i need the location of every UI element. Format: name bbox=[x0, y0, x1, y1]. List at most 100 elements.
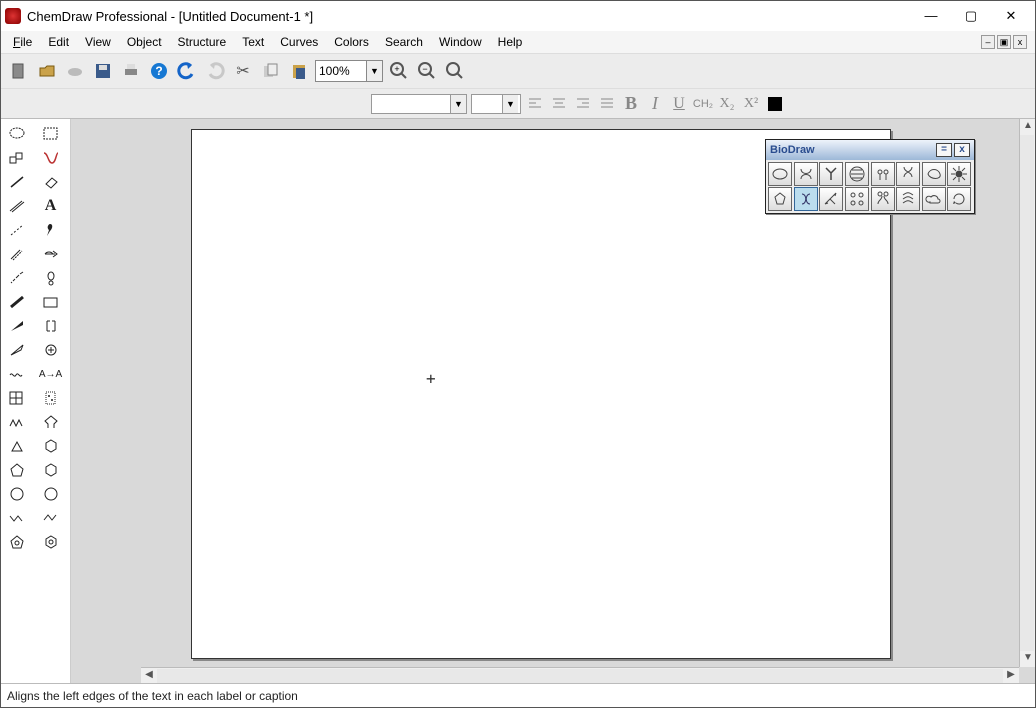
menu-help[interactable]: Help bbox=[490, 33, 531, 51]
copy-button[interactable] bbox=[259, 59, 283, 83]
hscroll-track[interactable] bbox=[157, 669, 1003, 683]
menu-edit[interactable]: Edit bbox=[40, 33, 77, 51]
bio-ribbon-icon[interactable] bbox=[819, 187, 843, 211]
minimize-button[interactable]: — bbox=[911, 2, 951, 30]
menu-colors[interactable]: Colors bbox=[326, 33, 377, 51]
dative-bond-tool[interactable] bbox=[3, 243, 31, 265]
subscript-button[interactable]: X₂ bbox=[717, 94, 737, 114]
font-dropdown[interactable]: ▼ bbox=[450, 95, 466, 113]
align-center-button[interactable] bbox=[549, 94, 569, 114]
new-button[interactable] bbox=[7, 59, 31, 83]
pentagon-tool[interactable] bbox=[3, 459, 31, 481]
menu-text[interactable]: Text bbox=[234, 33, 272, 51]
scroll-left-button[interactable]: ◀ bbox=[141, 668, 157, 684]
menu-window[interactable]: Window bbox=[431, 33, 490, 51]
biodraw-header[interactable]: BioDraw = x bbox=[766, 140, 974, 160]
bio-blob-icon[interactable] bbox=[768, 187, 792, 211]
mdi-minimize-button[interactable]: – bbox=[981, 35, 995, 49]
chain-zigzag-tool[interactable] bbox=[3, 507, 31, 529]
size-dropdown[interactable]: ▼ bbox=[502, 95, 518, 113]
bio-coil-icon[interactable] bbox=[845, 162, 869, 186]
bold-bond-tool[interactable] bbox=[3, 291, 31, 313]
menu-search[interactable]: Search bbox=[377, 33, 431, 51]
font-selector[interactable]: ▼ bbox=[371, 94, 467, 114]
color-swatch[interactable] bbox=[765, 94, 785, 114]
pen-tool[interactable] bbox=[37, 219, 65, 241]
biodraw-palette[interactable]: BioDraw = x bbox=[765, 139, 975, 214]
fragment-tool[interactable] bbox=[37, 147, 65, 169]
chain-zigzag2-tool[interactable] bbox=[37, 507, 65, 529]
bold-button[interactable]: B bbox=[621, 94, 641, 114]
align-left-button[interactable] bbox=[525, 94, 545, 114]
wedge-solid-tool[interactable] bbox=[3, 315, 31, 337]
bio-gprotein-icon[interactable] bbox=[794, 187, 818, 211]
triangle-tool[interactable] bbox=[3, 435, 31, 457]
wavy-bond-tool[interactable] bbox=[3, 363, 31, 385]
bio-receptor-icon[interactable] bbox=[794, 162, 818, 186]
font-input[interactable] bbox=[372, 95, 450, 113]
chem-symbol-tool[interactable] bbox=[37, 339, 65, 361]
cyclohexane-tool[interactable] bbox=[37, 459, 65, 481]
struct-perspect-tool[interactable] bbox=[3, 147, 31, 169]
eraser-tool[interactable] bbox=[37, 171, 65, 193]
dashed-bond-tool[interactable] bbox=[3, 219, 31, 241]
wedge-bond-tool[interactable] bbox=[3, 267, 31, 289]
multi-bond-tool[interactable] bbox=[3, 195, 31, 217]
cyclopentane-tool[interactable] bbox=[3, 483, 31, 505]
hash-wedge-tool[interactable] bbox=[3, 339, 31, 361]
bio-micelle-icon[interactable] bbox=[871, 162, 895, 186]
menu-file[interactable]: File bbox=[5, 33, 40, 51]
undo-button[interactable] bbox=[175, 59, 199, 83]
bio-helix-icon[interactable] bbox=[871, 187, 895, 211]
poly-pentagon-tool[interactable] bbox=[3, 531, 31, 553]
biodraw-min-button[interactable]: = bbox=[936, 143, 952, 157]
bio-cloud-icon[interactable] bbox=[922, 187, 946, 211]
paste-button[interactable] bbox=[287, 59, 311, 83]
table-tool[interactable] bbox=[3, 387, 31, 409]
orbital-tool[interactable] bbox=[37, 267, 65, 289]
formula-button[interactable]: CH₂ bbox=[693, 94, 713, 114]
bio-enzyme-icon[interactable] bbox=[922, 162, 946, 186]
bio-burst-icon[interactable] bbox=[947, 162, 971, 186]
zoom-in-button[interactable]: + bbox=[387, 59, 411, 83]
help-button[interactable]: ? bbox=[147, 59, 171, 83]
document-area[interactable]: + BioDraw = x bbox=[71, 119, 1035, 683]
template-tool[interactable] bbox=[37, 411, 65, 433]
marquee-tool[interactable] bbox=[37, 123, 65, 145]
menu-structure[interactable]: Structure bbox=[170, 33, 235, 51]
print-button[interactable] bbox=[119, 59, 143, 83]
bio-antibody-icon[interactable] bbox=[819, 162, 843, 186]
draw-tool[interactable] bbox=[37, 291, 65, 313]
save-button[interactable] bbox=[91, 59, 115, 83]
underline-button[interactable]: U bbox=[669, 94, 689, 114]
vertical-scrollbar[interactable]: ▲ ▼ bbox=[1019, 119, 1035, 667]
scroll-down-button[interactable]: ▼ bbox=[1020, 651, 1035, 667]
mdi-close-button[interactable]: x bbox=[1013, 35, 1027, 49]
align-right-button[interactable] bbox=[573, 94, 593, 114]
benzene-tool[interactable] bbox=[37, 435, 65, 457]
align-justify-button[interactable] bbox=[597, 94, 617, 114]
bracket-tool[interactable] bbox=[37, 315, 65, 337]
bio-dna-icon[interactable] bbox=[896, 162, 920, 186]
poly-hexagon-tool[interactable] bbox=[37, 531, 65, 553]
close-button[interactable]: ✕ bbox=[991, 2, 1031, 30]
menu-object[interactable]: Object bbox=[119, 33, 170, 51]
bio-bonds-icon[interactable] bbox=[845, 187, 869, 211]
tlc-tool[interactable] bbox=[37, 387, 65, 409]
horizontal-scrollbar[interactable]: ◀ ▶ bbox=[141, 667, 1019, 683]
mdi-restore-button[interactable]: ▣ bbox=[997, 35, 1011, 49]
scroll-right-button[interactable]: ▶ bbox=[1003, 668, 1019, 684]
superscript-button[interactable]: X² bbox=[741, 94, 761, 114]
maximize-button[interactable]: ▢ bbox=[951, 2, 991, 30]
size-input[interactable] bbox=[472, 95, 502, 113]
scroll-up-button[interactable]: ▲ bbox=[1020, 119, 1035, 135]
redo-button[interactable] bbox=[203, 59, 227, 83]
menu-curves[interactable]: Curves bbox=[272, 33, 326, 51]
cloud-button[interactable] bbox=[63, 59, 87, 83]
atom-label-tool[interactable]: A→A bbox=[37, 363, 65, 385]
zoom-fit-button[interactable] bbox=[443, 59, 467, 83]
zoom-out-button[interactable]: − bbox=[415, 59, 439, 83]
zoom-selector[interactable]: ▼ bbox=[315, 60, 383, 82]
solid-bond-tool[interactable] bbox=[3, 171, 31, 193]
italic-button[interactable]: I bbox=[645, 94, 665, 114]
